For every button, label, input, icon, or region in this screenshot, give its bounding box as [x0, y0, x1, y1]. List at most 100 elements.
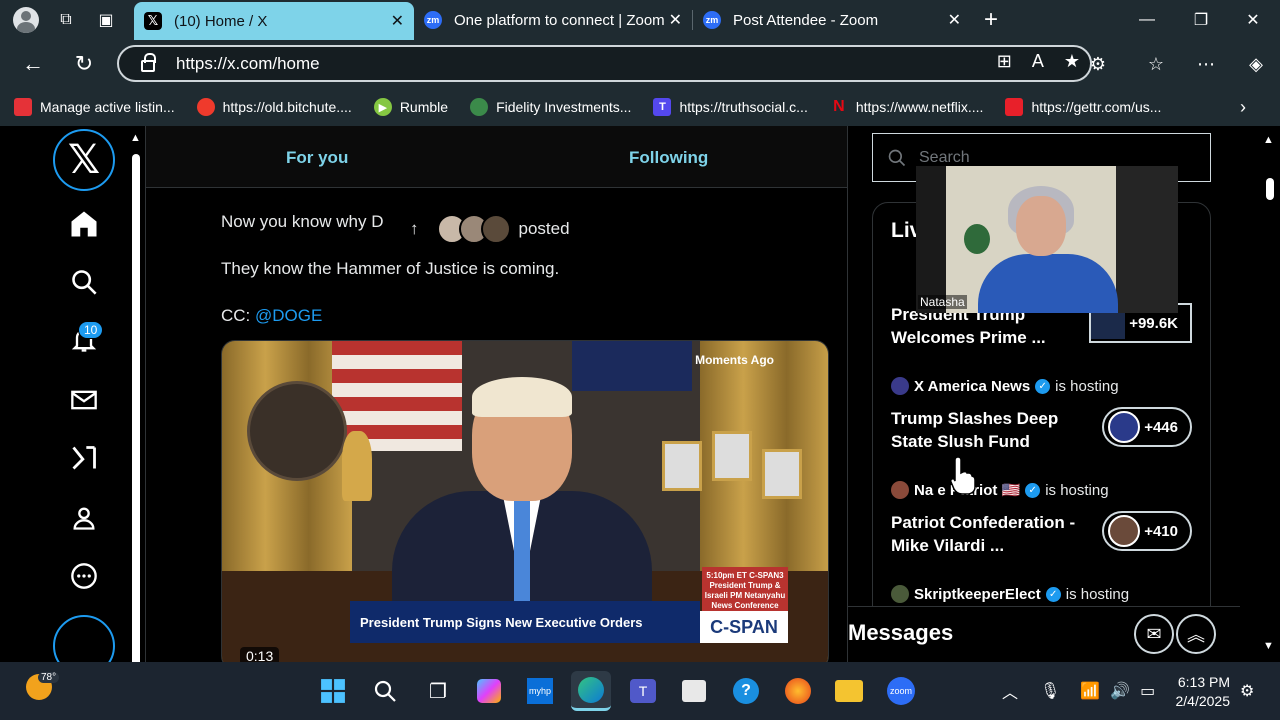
help-icon[interactable]: ?: [726, 671, 766, 711]
bookmark-netflix[interactable]: Nhttps://www.netflix....: [830, 98, 983, 116]
scroll-down-arrow-icon[interactable]: ▼: [1263, 640, 1274, 652]
bookmark-rumble[interactable]: ▶ Rumble: [373, 98, 448, 116]
space-title[interactable]: Trump Slashes Deep State Slush Fund: [891, 407, 1081, 453]
zoom-video-thumbnail[interactable]: Natasha: [916, 166, 1178, 313]
hand-cursor-icon: [950, 456, 976, 495]
post-text-line1: Now you know why D: [221, 212, 384, 231]
scroll-up-arrow-icon[interactable]: ▲: [130, 132, 141, 144]
edge-browser-icon[interactable]: [571, 671, 611, 711]
messages-mail-icon[interactable]: [60, 376, 108, 424]
participant-name: Natasha: [918, 295, 967, 309]
mention-doge-link[interactable]: @DOGE: [255, 306, 322, 325]
back-icon[interactable]: ←: [11, 40, 55, 88]
chevron-up-icon[interactable]: ︿: [1002, 679, 1018, 703]
video-bust: [247, 381, 347, 481]
bookmark-fidelity[interactable]: Fidelity Investments...: [470, 98, 631, 116]
expand-drawer-icon[interactable]: ︽: [1176, 614, 1216, 654]
plant-decor: [964, 224, 990, 254]
space-listeners-button[interactable]: +446: [1102, 407, 1192, 447]
video-photo-frames: [662, 431, 812, 511]
scroll-down-arrow-icon[interactable]: ▼: [130, 640, 141, 652]
right-scrollbar[interactable]: ▲ ▼: [1260, 126, 1280, 662]
file-explorer-icon[interactable]: [829, 671, 869, 711]
home-icon[interactable]: [60, 200, 108, 248]
favorites-icon[interactable]: ☆: [1136, 40, 1176, 88]
avatar: [1108, 515, 1141, 547]
space-host[interactable]: Na e Patriot 🇺🇸 ✓ is hosting: [891, 481, 1109, 499]
workspaces-icon[interactable]: ⧉: [46, 0, 86, 40]
more-menu-icon[interactable]: ⋯: [1186, 40, 1226, 88]
left-scrollbar[interactable]: ▲ ▼: [127, 126, 145, 666]
space-listeners-button[interactable]: +410: [1102, 511, 1192, 551]
grok-icon[interactable]: [60, 434, 108, 482]
microphone-icon[interactable]: 🎙: [1040, 681, 1060, 701]
video-trophy: [342, 431, 372, 501]
close-tab-icon[interactable]: ✕: [948, 10, 961, 30]
tab-x-home[interactable]: 𝕏 (10) Home / X ✕: [134, 2, 414, 40]
verified-badge-icon: ✓: [1045, 586, 1061, 602]
bookmark-ebay[interactable]: Manage active listin...: [14, 98, 175, 116]
cspan-logo: C-SPAN: [700, 611, 788, 643]
store-icon[interactable]: [674, 671, 714, 711]
notification-center-icon[interactable]: ⚙: [1240, 662, 1254, 720]
post-video[interactable]: Moments Ago 5:10pm ET C-SPAN3 President …: [221, 340, 829, 662]
teams-icon[interactable]: T: [623, 671, 663, 711]
tab-following[interactable]: Following: [629, 148, 708, 168]
close-tab-icon[interactable]: ✕: [391, 11, 404, 31]
extensions-icon[interactable]: ⚙: [1078, 40, 1118, 88]
messages-drawer[interactable]: Messages ✉ ︽: [848, 606, 1240, 662]
x-logo-icon[interactable]: 𝕏: [53, 129, 115, 191]
bookmark-gettr[interactable]: https://gettr.com/us...: [1005, 98, 1161, 116]
x-favicon-icon: 𝕏: [144, 12, 162, 30]
battery-icon[interactable]: ▭: [1140, 681, 1155, 701]
app-available-icon[interactable]: ⊞: [997, 51, 1012, 72]
tab-actions-icon[interactable]: ▣: [86, 0, 126, 40]
minimize-icon[interactable]: —: [1120, 0, 1174, 40]
zoom-favicon-icon: zm: [424, 11, 442, 29]
wifi-icon[interactable]: 📶: [1080, 681, 1100, 701]
tab-zoom-post-attendee[interactable]: zm Post Attendee - Zoom ✕: [693, 0, 971, 40]
moments-ago-label: Moments Ago: [695, 353, 774, 367]
space-host[interactable]: SkriptkeeperElect ✓ is hosting: [891, 585, 1129, 603]
scrollbar-thumb[interactable]: [132, 154, 140, 666]
avatar: [891, 585, 909, 603]
read-aloud-icon[interactable]: A: [1032, 51, 1044, 72]
more-options-icon[interactable]: [60, 552, 108, 600]
new-posts-pill[interactable]: ↑ posted: [410, 214, 570, 244]
tab-for-you[interactable]: For you: [286, 148, 348, 168]
tab-zoom-platform[interactable]: zm One platform to connect | Zoom ✕: [414, 0, 692, 40]
profile-person-icon[interactable]: [60, 494, 108, 542]
explore-search-icon[interactable]: [60, 258, 108, 306]
avatar: [480, 214, 511, 244]
restore-icon[interactable]: ❐: [1174, 0, 1228, 40]
myhp-icon[interactable]: myhp: [520, 671, 560, 711]
bookmark-bitchute[interactable]: https://old.bitchute....: [196, 98, 352, 116]
chevron-right-icon[interactable]: ›: [1240, 88, 1246, 126]
browser-tab-bar: ⧉ ▣ 𝕏 (10) Home / X ✕ zm One platform to…: [0, 0, 1280, 40]
temperature-badge: 78°: [38, 672, 60, 683]
scrollbar-thumb[interactable]: [1266, 178, 1274, 200]
refresh-icon[interactable]: ↻: [62, 40, 106, 88]
zoom-favicon-icon: zm: [703, 11, 721, 29]
space-title[interactable]: Patriot Confederation - Mike Vilardi ...: [891, 511, 1081, 557]
space-host[interactable]: X America News ✓ is hosting: [891, 377, 1119, 395]
profile-icon[interactable]: [6, 0, 46, 40]
zoom-app-icon[interactable]: zoom: [881, 671, 921, 711]
new-tab-icon[interactable]: +: [971, 0, 1011, 40]
copilot-icon[interactable]: ◈: [1236, 40, 1276, 88]
new-message-icon[interactable]: ✉: [1134, 614, 1174, 654]
bookmark-truthsocial[interactable]: Thttps://truthsocial.c...: [653, 98, 808, 116]
copilot-app-icon[interactable]: [469, 671, 509, 711]
volume-icon[interactable]: 🔊: [1110, 681, 1130, 701]
system-clock[interactable]: 6:13 PM 2/4/2025: [1170, 673, 1231, 711]
scroll-up-arrow-icon[interactable]: ▲: [1263, 134, 1274, 146]
start-windows-icon[interactable]: [313, 671, 353, 711]
url-field[interactable]: https://x.com/home ⊞ A ★: [117, 45, 1092, 82]
taskbar-search-icon[interactable]: [365, 671, 405, 711]
task-view-icon[interactable]: ❐: [418, 671, 458, 711]
close-window-icon[interactable]: ✕: [1226, 0, 1280, 40]
windows-taskbar: 78° ❐ myhp T ? zoom ︿ 🎙 📶 🔊 ▭ 6:13 PM 2/…: [0, 662, 1280, 720]
lower-third-caption: President Trump Signs New Executive Orde…: [350, 601, 700, 643]
close-tab-icon[interactable]: ✕: [669, 10, 682, 30]
firefox-icon[interactable]: [778, 671, 818, 711]
